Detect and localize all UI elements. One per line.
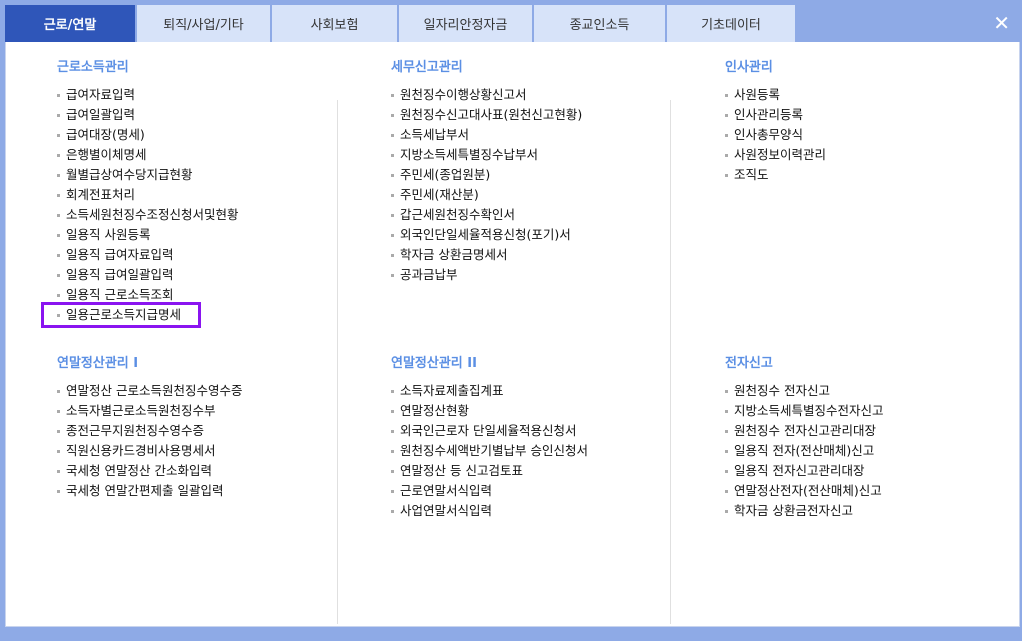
menu-item[interactable]: 직원신용카드경비사용명세서	[57, 441, 357, 461]
menu-item[interactable]: 소득세납부서	[391, 125, 691, 145]
menu-item[interactable]: 갑근세원천징수확인서	[391, 205, 691, 225]
menu-item[interactable]: 연말정산전자(전산매체)신고	[725, 481, 1022, 501]
menu-item[interactable]: 사원정보이력관리	[725, 145, 1022, 165]
menu-item[interactable]: 일용직 사원등록	[57, 225, 357, 245]
menu-item[interactable]: 주민세(재산분)	[391, 185, 691, 205]
tab-bar: 근로/연말 퇴직/사업/기타 사회보험 일자리안정자금 종교인소득 기초데이터	[5, 5, 795, 47]
menu-item[interactable]: 근로연말서식입력	[391, 481, 691, 501]
menu-item[interactable]: 인사총무양식	[725, 125, 1022, 145]
close-icon[interactable]: ✕	[993, 11, 1010, 35]
menu-item[interactable]: 사원등록	[725, 85, 1022, 105]
menu-item[interactable]: 급여일괄입력	[57, 105, 357, 125]
menu-item[interactable]: 공과금납부	[391, 265, 691, 285]
section-tax-filing-management: 세무신고관리원천징수이행상황신고서 원천징수신고대사표(원천신고현황) 소득세납부서…	[391, 58, 691, 285]
menu-item[interactable]: 학자금 상환금명세서	[391, 245, 691, 265]
menu-item[interactable]: 연말정산 근로소득원천징수영수증	[57, 381, 357, 401]
menu-item[interactable]: 원천징수이행상황신고서	[391, 85, 691, 105]
menu-item[interactable]: 국세청 연말정산 간소화입력	[57, 461, 357, 481]
menu-item[interactable]: 소득자별근로소득원천징수부	[57, 401, 357, 421]
menu-item[interactable]: 일용직 근로소득조회	[57, 285, 357, 305]
menu-item[interactable]: 지방소득세특별징수전자신고	[725, 401, 1022, 421]
menu-item-selected[interactable]: 일용근로소득지급명세	[41, 302, 201, 328]
menu-item[interactable]: 국세청 연말간편제출 일괄입력	[57, 481, 357, 501]
section-title: 연말정산관리 II	[391, 356, 477, 371]
section-year-end-settlement-1: 연말정산관리 I 연말정산 근로소득원천징수영수증 소득자별근로소득원천징수부 종전근…	[57, 354, 357, 501]
menu-item[interactable]: 소득세원천징수조정신청서및현황	[57, 205, 357, 225]
menu-list: 소득자료제출집계표 연말정산현황 외국인근로자 단일세율적용신청서 원천징수세액반기별…	[391, 381, 691, 521]
menu-item[interactable]: 지방소득세특별징수납부서	[391, 145, 691, 165]
section-hr-management: 인사관리사원등록 인사관리등록 인사총무양식 사원정보이력관리 조직도	[725, 58, 1022, 185]
menu-item[interactable]: 주민세(종업원분)	[391, 165, 691, 185]
menu-list: 급여자료입력 급여일괄입력 급여대장(명세) 은행별이체명세 월별급상여수당지급현황 회계…	[41, 85, 357, 328]
menu-list: 원천징수 전자신고 지방소득세특별징수전자신고 원천징수 전자신고관리대장 일용직 전…	[725, 381, 1022, 521]
menu-item[interactable]: 사업연말서식입력	[391, 501, 691, 521]
menu-item[interactable]: 회계전표처리	[57, 185, 357, 205]
menu-item[interactable]: 학자금 상환금전자신고	[725, 501, 1022, 521]
section-title: 세무신고관리	[391, 60, 463, 75]
menu-item[interactable]: 조직도	[725, 165, 1022, 185]
menu-item[interactable]: 원천징수 전자신고	[725, 381, 1022, 401]
menu-item[interactable]: 원천징수신고대사표(원천신고현황)	[391, 105, 691, 125]
menu-item[interactable]: 원천징수세액반기별납부 승인신청서	[391, 441, 691, 461]
menu-item[interactable]: 월별급상여수당지급현황	[57, 165, 357, 185]
menu-item[interactable]: 일용직 전자신고관리대장	[725, 461, 1022, 481]
menu-item[interactable]: 종전근무지원천징수영수증	[57, 421, 357, 441]
menu-item[interactable]: 급여자료입력	[57, 85, 357, 105]
section-payroll-management: 근로소득관리급여자료입력 급여일괄입력 급여대장(명세) 은행별이체명세 월별급상여수당…	[41, 58, 357, 328]
menu-item[interactable]: 은행별이체명세	[57, 145, 357, 165]
section-year-end-settlement-2: 연말정산관리 II 소득자료제출집계표 연말정산현황 외국인근로자 단일세율적용신청서…	[391, 354, 691, 521]
section-title: 연말정산관리 I	[57, 356, 139, 371]
menu-item[interactable]: 외국인단일세율적용신청(포기)서	[391, 225, 691, 245]
menu-item[interactable]: 외국인근로자 단일세율적용신청서	[391, 421, 691, 441]
section-title: 인사관리	[725, 60, 773, 75]
menu-item[interactable]: 연말정산현황	[391, 401, 691, 421]
tab-social-insurance[interactable]: 사회보험	[272, 5, 397, 42]
menu-item[interactable]: 일용직 전자(전산매체)신고	[725, 441, 1022, 461]
section-title: 전자신고	[725, 356, 773, 371]
tab-geunro-yeonmal[interactable]: 근로/연말	[5, 5, 135, 47]
menu-item[interactable]: 원천징수 전자신고관리대장	[725, 421, 1022, 441]
menu-list: 사원등록 인사관리등록 인사총무양식 사원정보이력관리 조직도	[725, 85, 1022, 185]
menu-item[interactable]: 연말정산 등 신고검토표	[391, 461, 691, 481]
menu-list: 연말정산 근로소득원천징수영수증 소득자별근로소득원천징수부 종전근무지원천징수영수…	[57, 381, 357, 501]
menu-item[interactable]: 급여대장(명세)	[57, 125, 357, 145]
menu-list: 원천징수이행상황신고서 원천징수신고대사표(원천신고현황) 소득세납부서 지방소득세특…	[391, 85, 691, 285]
menu-item[interactable]: 일용직 급여자료입력	[57, 245, 357, 265]
tab-toejik-saeop[interactable]: 퇴직/사업/기타	[137, 5, 270, 42]
menu-item[interactable]: 일용직 급여일괄입력	[57, 265, 357, 285]
section-electronic-filing: 전자신고 원천징수 전자신고 지방소득세특별징수전자신고 원천징수 전자신고관리대장 일…	[725, 354, 1022, 521]
section-title: 근로소득관리	[57, 60, 129, 75]
menu-item[interactable]: 인사관리등록	[725, 105, 1022, 125]
menu-window: 근로/연말 퇴직/사업/기타 사회보험 일자리안정자금 종교인소득 기초데이터 …	[0, 0, 1022, 641]
menu-item[interactable]: 소득자료제출집계표	[391, 381, 691, 401]
tab-religious-income[interactable]: 종교인소득	[534, 5, 665, 42]
menu-content: 근로소득관리급여자료입력 급여일괄입력 급여대장(명세) 은행별이체명세 월별급상여수당…	[5, 42, 1020, 627]
tab-job-stability-fund[interactable]: 일자리안정자금	[399, 5, 532, 42]
tab-base-data[interactable]: 기초데이터	[667, 5, 795, 42]
